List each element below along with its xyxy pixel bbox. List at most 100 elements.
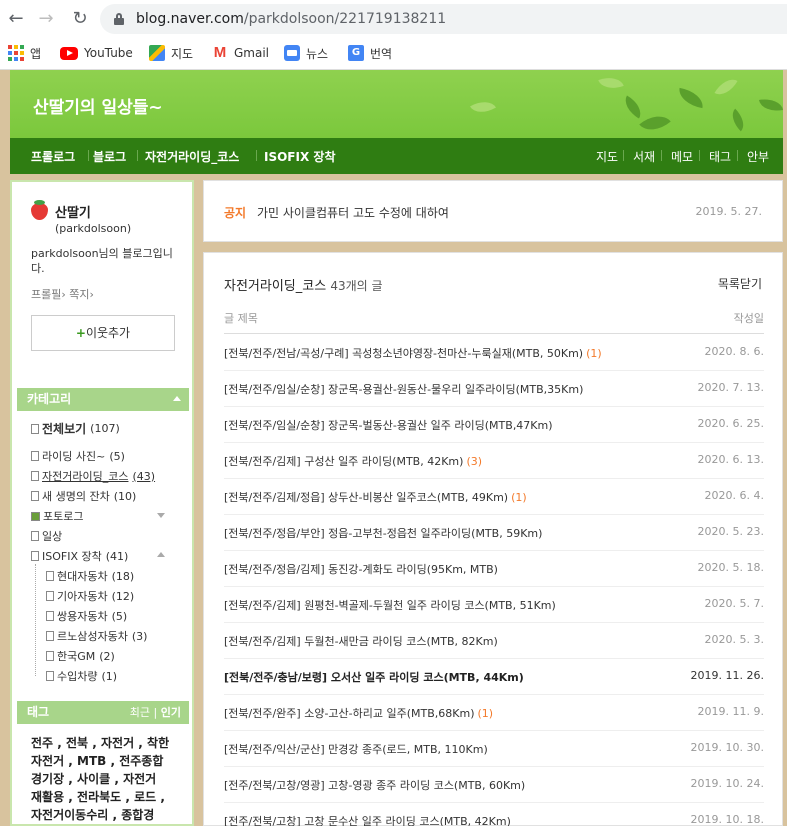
subcategory-item-ssangyong[interactable]: 쌍용자동차 (5)	[46, 608, 127, 624]
category-label: 일상	[42, 530, 63, 543]
blog-title[interactable]: 산딸기의 일상들~	[33, 93, 163, 118]
post-row[interactable]: [전북/전주/익산/군산] 만경강 종주(로드, MTB, 110Km) 2019…	[224, 731, 764, 767]
post-row[interactable]: [전북/전주/임실/순창] 장군목-벌동산-용궐산 일주 라이딩(MTB,47K…	[224, 407, 764, 443]
subcategory-item-gm-korea[interactable]: 한국GM (2)	[46, 648, 115, 664]
category-count: (41)	[105, 549, 129, 563]
menu-library[interactable]: 서재	[633, 148, 655, 165]
category-item-daily[interactable]: 일상	[31, 528, 62, 544]
notice-date: 2019. 5. 27.	[695, 205, 762, 218]
post-row[interactable]: [전북/전주/정읍/김제] 동진강-계화도 라이딩(95Km, MTB) 2020…	[224, 551, 764, 587]
post-title-link[interactable]: [전북/전주/정읍/김제] 동진강-계화도 라이딩(95Km, MTB)	[224, 561, 498, 577]
post-row[interactable]: [전북/전주/완주] 소양-고산-하리교 일주(MTB,68Km) (1) 2019…	[224, 695, 764, 731]
menu-tag[interactable]: 태그	[709, 148, 731, 165]
bookmark-gmail[interactable]: M Gmail	[212, 42, 269, 64]
post-title-link[interactable]: [전북/전주/김제] 구성산 일주 라이딩(MTB, 42Km) (3)	[224, 453, 482, 469]
lock-icon[interactable]	[114, 13, 124, 25]
expand-triangle-icon[interactable]	[157, 513, 165, 518]
collapse-triangle-icon[interactable]	[157, 552, 165, 557]
post-row[interactable]: [전북/전주/김제] 두월천-새만금 라이딩 코스(MTB, 82Km) 2020…	[224, 623, 764, 659]
post-row[interactable]: [전북/전주/김제] 원평천-벽골제-두월천 일주 라이딩 코스(MTB, 51…	[224, 587, 764, 623]
menu-isofix[interactable]: ISOFIX 장착	[264, 148, 335, 165]
menu-separator	[699, 150, 700, 161]
subcategory-item-kia[interactable]: 기아자동차 (12)	[46, 588, 134, 604]
category-item-photolog[interactable]: 포토로그	[31, 508, 83, 524]
subcategory-item-renault-samsung[interactable]: 르노삼성자동차 (3)	[46, 628, 147, 644]
forward-arrow-icon[interactable]: →	[36, 9, 56, 29]
post-title-link[interactable]: [전북/전주/익산/군산] 만경강 종주(로드, MTB, 110Km)	[224, 741, 488, 757]
reload-icon[interactable]: ↻	[70, 9, 90, 29]
post-title-link[interactable]: [전주/전북/고창] 고창 문수산 일주 라이딩 코스(MTB, 42Km)	[224, 813, 511, 826]
category-item-riding-photos[interactable]: 라이딩 사진~ (5)	[31, 448, 125, 464]
tag-line[interactable]: 전주 , 전북 , 자전거 , 착한	[31, 734, 191, 752]
post-title-link[interactable]: [전북/전주/임실/순창] 장군목-벌동산-용궐산 일주 라이딩(MTB,47K…	[224, 417, 553, 433]
bookmark-maps[interactable]: 지도	[149, 42, 193, 64]
post-row[interactable]: [전북/전주/전남/곡성/구례] 곡성청소년야영장-천마산-누룩실재(MTB, …	[224, 335, 764, 371]
collapse-caret-icon[interactable]	[173, 396, 181, 401]
back-arrow-icon[interactable]: ←	[6, 9, 26, 29]
post-title-link[interactable]: [전북/전주/임실/순창] 장군목-용궐산-원동산-물우리 일주라이딩(MTB,…	[224, 381, 583, 397]
subcategory-item-hyundai[interactable]: 현대자동차 (18)	[46, 568, 134, 584]
tag-line[interactable]: 자전거이동수리 , 종합경	[31, 806, 191, 824]
bookmark-news[interactable]: 뉴스	[284, 42, 328, 64]
category-label: 기아자동차	[57, 590, 108, 603]
post-title-link[interactable]: [전주/전북/고창/영광] 고창-영광 종주 라이딩 코스(MTB, 60Km)	[224, 777, 525, 793]
post-row[interactable]: [전주/전북/고창/영광] 고창-영광 종주 라이딩 코스(MTB, 60Km)…	[224, 767, 764, 803]
post-date: 2020. 5. 18.	[697, 561, 764, 574]
post-row[interactable]: [전북/전주/김제/정읍] 상두산-비봉산 일주코스(MTB, 49Km) (1)…	[224, 479, 764, 515]
notice-link[interactable]: 가민 사이클컴퓨터 고도 수정에 대하여	[257, 204, 449, 221]
close-list-button[interactable]: 목록닫기	[718, 275, 762, 292]
comment-count[interactable]: (1)	[586, 347, 602, 360]
menu-guestbook[interactable]: 안부	[747, 148, 769, 165]
post-title-link[interactable]: [전북/전주/완주] 소양-고산-하리교 일주(MTB,68Km) (1)	[224, 705, 493, 721]
tag-line[interactable]: 경기장 , 사이클 , 자전거	[31, 770, 191, 788]
post-title-link[interactable]: [전북/전주/김제] 원평천-벽골제-두월천 일주 라이딩 코스(MTB, 51…	[224, 597, 556, 613]
photo-icon	[31, 511, 40, 521]
subcategory-item-imported[interactable]: 수입차량 (1)	[46, 668, 117, 684]
tag-tab-recent[interactable]: 최근	[130, 706, 150, 719]
post-title-text: [전북/전주/충남/보령] 오서산 일주 라이딩 코스(MTB, 44Km)	[224, 671, 524, 684]
category-header[interactable]: 카테고리	[17, 388, 189, 411]
category-label: 현대자동차	[57, 570, 108, 583]
post-row[interactable]: [전북/전주/임실/순창] 장군목-용궐산-원동산-물우리 일주라이딩(MTB,…	[224, 371, 764, 407]
post-title-link[interactable]: [전북/전주/전남/곡성/구례] 곡성청소년야영장-천마산-누룩실재(MTB, …	[224, 345, 602, 361]
category-label: 자전거라이딩_코스	[42, 470, 129, 483]
post-title-link[interactable]: [전북/전주/정읍/부안] 정읍-고부천-정읍천 일주라이딩(MTB, 59Km…	[224, 525, 542, 541]
comment-count[interactable]: (1)	[511, 491, 527, 504]
post-row[interactable]: [전북/전주/정읍/부안] 정읍-고부천-정읍천 일주라이딩(MTB, 59Km…	[224, 515, 764, 551]
category-label: ISOFIX 장착	[42, 550, 102, 563]
address-bar[interactable]: blog.naver.com/parkdolsoon/221719138211	[100, 4, 787, 34]
category-all[interactable]: 전체보기 (107)	[31, 420, 120, 437]
category-label: 새 생명의 잔차	[42, 490, 110, 503]
category-item-riding-course[interactable]: 자전거라이딩_코스 (43)	[31, 468, 155, 484]
tag-line[interactable]: 자전거 , MTB , 전주종합	[31, 752, 191, 770]
profile-links[interactable]: 프롤필› 쪽지›	[31, 286, 94, 302]
url-text[interactable]: blog.naver.com/parkdolsoon/221719138211	[136, 11, 446, 27]
tag-tab-popular[interactable]: 인기	[161, 706, 181, 719]
menu-map[interactable]: 지도	[596, 148, 618, 165]
menu-riding-course[interactable]: 자전거라이딩_코스	[145, 148, 239, 165]
category-item-new-life-bike[interactable]: 새 생명의 잔차 (10)	[31, 488, 136, 504]
menu-prologue[interactable]: 프롤로그	[31, 148, 75, 165]
menu-separator	[137, 150, 138, 161]
comment-count[interactable]: (3)	[466, 455, 482, 468]
menu-memo[interactable]: 메모	[671, 148, 693, 165]
tag-line[interactable]: 재활용 , 전라북도 , 로드 ,	[31, 788, 191, 806]
menu-blog[interactable]: 블로그	[93, 148, 126, 165]
browser-toolbar: ← → ↻ blog.naver.com/parkdolsoon/2217191…	[0, 0, 787, 38]
post-date: 2020. 5. 3.	[704, 633, 764, 646]
comment-count[interactable]: (1)	[478, 707, 494, 720]
post-title-link[interactable]: [전북/전주/충남/보령] 오서산 일주 라이딩 코스(MTB, 44Km)	[224, 669, 524, 685]
add-neighbor-button[interactable]: +이웃추가	[31, 315, 175, 351]
document-icon	[46, 671, 54, 681]
post-row[interactable]: [전북/전주/김제] 구성산 일주 라이딩(MTB, 42Km) (3) 2020.…	[224, 443, 764, 479]
bookmark-translate[interactable]: G 번역	[348, 42, 392, 64]
bookmark-label: 번역	[370, 46, 393, 61]
post-title-link[interactable]: [전북/전주/김제] 두월천-새만금 라이딩 코스(MTB, 82Km)	[224, 633, 498, 649]
post-row[interactable]: [전북/전주/충남/보령] 오서산 일주 라이딩 코스(MTB, 44Km) 20…	[224, 659, 764, 695]
profile-id: (parkdolsoon)	[55, 222, 132, 235]
bookmark-apps[interactable]: 앱	[8, 42, 41, 64]
category-item-isofix[interactable]: ISOFIX 장착 (41)	[31, 548, 128, 564]
post-row[interactable]: [전주/전북/고창] 고창 문수산 일주 라이딩 코스(MTB, 42Km) 20…	[224, 803, 764, 826]
bookmark-youtube[interactable]: YouTube	[60, 42, 133, 64]
post-title-link[interactable]: [전북/전주/김제/정읍] 상두산-비봉산 일주코스(MTB, 49Km) (1)	[224, 489, 527, 505]
